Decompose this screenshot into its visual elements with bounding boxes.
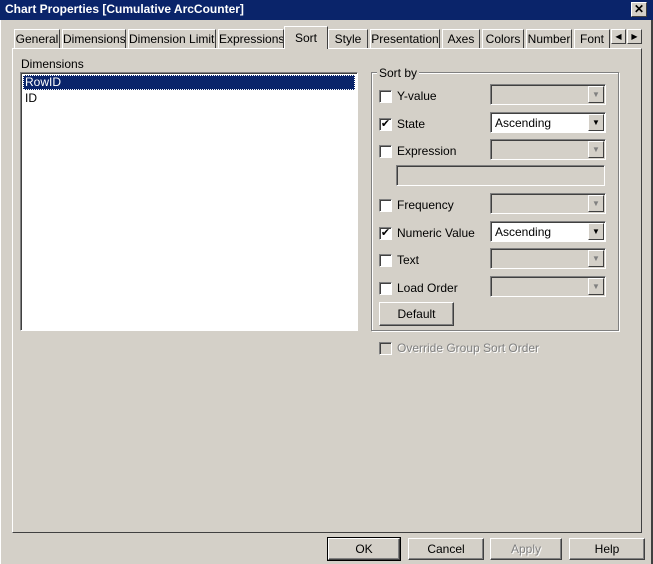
dropdown-arrow-icon[interactable]: ▼ xyxy=(588,250,604,267)
help-button[interactable]: Help xyxy=(569,538,645,560)
tab-label: Font xyxy=(579,32,604,46)
text-label: Text xyxy=(397,253,420,267)
default-button[interactable]: Default xyxy=(379,302,454,326)
expression-label: Expression xyxy=(397,144,457,158)
combo-value: Ascending xyxy=(495,116,552,130)
tab-label: Style xyxy=(334,32,362,46)
close-icon: ✕ xyxy=(633,2,645,16)
tab-label: Number xyxy=(527,32,571,46)
tab-sort[interactable]: Sort xyxy=(284,26,328,49)
dropdown-arrow-icon[interactable]: ▼ xyxy=(588,278,604,295)
state-checkbox[interactable]: ✔ xyxy=(379,118,392,131)
list-item-id[interactable]: ID xyxy=(23,91,355,106)
frequency-label: Frequency xyxy=(397,198,454,212)
combo-value: Ascending xyxy=(495,225,552,239)
dropdown-arrow-icon[interactable]: ▼ xyxy=(588,223,604,240)
state-label: State xyxy=(397,117,426,131)
frequency-order-select[interactable]: ▼ xyxy=(490,193,606,214)
window-title: Chart Properties [Cumulative ArcCounter] xyxy=(5,2,244,16)
tab-axes[interactable]: Axes xyxy=(442,29,480,48)
dropdown-arrow-icon[interactable]: ▼ xyxy=(588,195,604,212)
dimensions-label: Dimensions xyxy=(21,57,84,71)
y-value-checkbox[interactable] xyxy=(379,90,392,103)
tab-label: Expressions xyxy=(219,32,284,46)
text-checkbox[interactable] xyxy=(379,254,392,267)
dropdown-arrow-icon[interactable]: ▼ xyxy=(588,141,604,158)
sort-by-legend: Sort by xyxy=(377,66,420,80)
override-group-sort-order-checkbox[interactable] xyxy=(379,342,392,355)
tab-label: Colors xyxy=(485,32,521,46)
y-value-label: Y-value xyxy=(397,89,437,103)
close-button[interactable]: ✕ xyxy=(631,2,647,17)
checkmark-icon: ✔ xyxy=(380,227,391,239)
checkmark-icon: ✔ xyxy=(380,118,391,130)
text-order-select[interactable]: ▼ xyxy=(490,248,606,269)
frequency-checkbox[interactable] xyxy=(379,199,392,212)
tab-dimensions[interactable]: Dimensions xyxy=(62,29,126,48)
tab-scroll-right-button[interactable]: ▶ xyxy=(627,29,642,44)
tab-colors[interactable]: Colors xyxy=(482,29,524,48)
dropdown-arrow-icon[interactable]: ▼ xyxy=(588,114,604,131)
expression-order-select[interactable]: ▼ xyxy=(490,139,606,160)
dropdown-arrow-icon[interactable]: ▼ xyxy=(588,86,604,103)
expression-checkbox[interactable] xyxy=(379,145,392,158)
tab-dimension-limits[interactable]: Dimension Limits xyxy=(128,29,216,48)
load-order-checkbox[interactable] xyxy=(379,282,392,295)
load-order-order-select[interactable]: ▼ xyxy=(490,276,606,297)
tab-font[interactable]: Font xyxy=(574,29,610,48)
dimensions-list[interactable]: RowID ID xyxy=(20,72,358,331)
tab-expressions[interactable]: Expressions xyxy=(218,29,284,48)
apply-button[interactable]: Apply xyxy=(490,538,562,560)
tab-presentation[interactable]: Presentation xyxy=(370,29,440,48)
tab-general[interactable]: General xyxy=(14,29,60,48)
tab-label: Axes xyxy=(447,32,475,46)
y-value-order-select[interactable]: ▼ xyxy=(490,84,606,105)
ok-button[interactable]: OK xyxy=(327,537,401,561)
tab-number[interactable]: Number xyxy=(526,29,572,48)
numeric-value-checkbox[interactable]: ✔ xyxy=(379,227,392,240)
tab-label: Dimension Limits xyxy=(129,32,216,46)
tab-style[interactable]: Style xyxy=(328,29,368,48)
tab-label: Presentation xyxy=(371,32,439,46)
tab-label: Dimensions xyxy=(63,32,126,46)
arrow-left-icon: ◀ xyxy=(615,32,622,41)
arrow-right-icon: ▶ xyxy=(631,32,638,41)
tab-label: General xyxy=(15,32,59,46)
tab-label: Sort xyxy=(294,31,317,45)
numeric-value-label: Numeric Value xyxy=(397,226,475,240)
cancel-button[interactable]: Cancel xyxy=(408,538,484,560)
numeric-value-order-select[interactable]: Ascending ▼ xyxy=(490,221,606,242)
expression-input[interactable] xyxy=(396,165,605,186)
load-order-label: Load Order xyxy=(397,281,458,295)
list-item-rowid[interactable]: RowID xyxy=(23,75,355,90)
tab-scroll-left-button[interactable]: ◀ xyxy=(611,29,626,44)
state-order-select[interactable]: Ascending ▼ xyxy=(490,112,606,133)
override-group-sort-order-label: Override Group Sort Order xyxy=(397,341,540,355)
